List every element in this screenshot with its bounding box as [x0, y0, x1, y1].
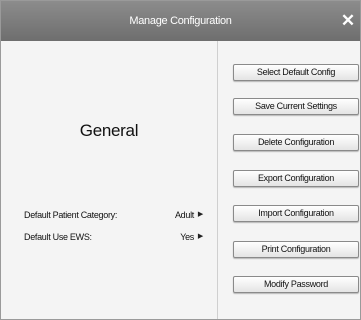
setting-value: Yes — [180, 232, 194, 242]
section-title: General — [79, 121, 139, 140]
close-icon[interactable]: ✕ — [338, 1, 358, 41]
right-arrow-icon: ▶ — [197, 233, 203, 240]
manage-configuration-dialog: Manage Configuration ✕ General Default P… — [0, 0, 361, 320]
general-panel: General Default Patient Category: Adult … — [1, 41, 217, 319]
right-arrow-icon: ▶ — [197, 211, 203, 218]
dialog-title: Manage Configuration — [129, 15, 232, 27]
setting-label: Default Patient Category: — [24, 210, 118, 220]
modify-password-button[interactable]: Modify Password — [233, 276, 359, 293]
setting-label: Default Use EWS: — [24, 232, 92, 242]
select-default-config-button[interactable]: Select Default Config — [233, 64, 359, 81]
panel-divider — [217, 41, 218, 319]
import-configuration-button[interactable]: Import Configuration — [233, 205, 359, 222]
default-use-ews-setting[interactable]: Default Use EWS: Yes ▶ — [24, 232, 212, 246]
setting-value: Adult — [174, 210, 194, 220]
export-configuration-button[interactable]: Export Configuration — [233, 170, 359, 187]
save-current-settings-button[interactable]: Save Current Settings — [233, 98, 359, 115]
title-bar: Manage Configuration ✕ — [1, 1, 360, 41]
delete-configuration-button[interactable]: Delete Configuration — [233, 134, 359, 151]
default-patient-category-setting[interactable]: Default Patient Category: Adult ▶ — [24, 210, 212, 224]
print-configuration-button[interactable]: Print Configuration — [233, 241, 359, 258]
